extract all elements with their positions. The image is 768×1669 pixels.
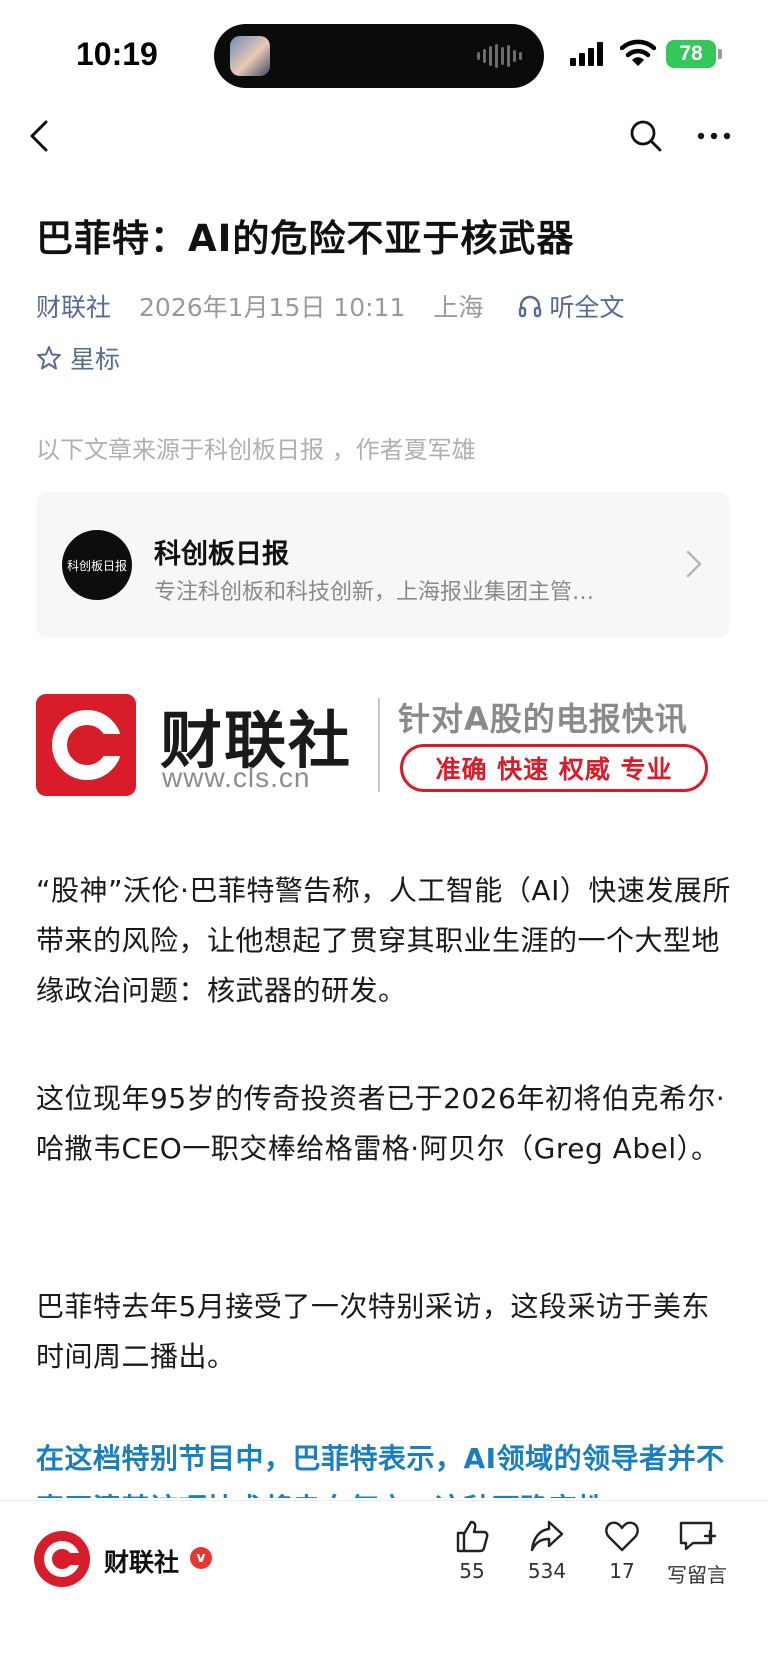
- article-source-link[interactable]: 财联社: [36, 288, 111, 324]
- account-logo: 科创板日报: [62, 530, 132, 600]
- battery-indicator: 78: [666, 40, 716, 68]
- like-button[interactable]: 55: [432, 1519, 512, 1583]
- star-icon: [37, 346, 61, 370]
- star-label: 星标: [70, 345, 121, 374]
- article-location: 上海: [433, 293, 484, 322]
- banner-url: www.cls.cn: [162, 762, 311, 793]
- comment-icon: [679, 1521, 717, 1551]
- wifi-icon: [620, 39, 656, 66]
- favorite-button[interactable]: 17: [582, 1519, 662, 1583]
- listen-label: 听全文: [549, 293, 625, 322]
- banner-divider: [378, 698, 380, 792]
- like-count: 55: [459, 1559, 485, 1583]
- battery-tip: [718, 49, 722, 59]
- article-title: 巴菲特：AI的危险不亚于核武器: [36, 217, 575, 260]
- account-description: 专注科创板和科技创新，上海报业集团主管…: [154, 580, 595, 605]
- account-avatar[interactable]: [34, 1531, 90, 1587]
- article-datetime: 2026年1月15日 10:11: [139, 293, 406, 322]
- source-account-card[interactable]: 科创板日报 科创板日报 专注科创板和科技创新，上海报业集团主管…: [36, 492, 730, 638]
- body-paragraph: 巴菲特去年5月接受了一次特别采访，这段采访于美东时间周二播出。: [36, 1290, 710, 1373]
- bottom-action-bar: 财联社 v 55 534 17 写留言: [0, 1500, 768, 1669]
- chevron-right-icon: [686, 550, 702, 578]
- comment-label: 写留言: [667, 1563, 727, 1587]
- body-paragraph: “股神”沃伦·巴菲特警告称，人工智能（AI）快速发展所带来的风险，让他想起了贯穿…: [36, 874, 731, 1007]
- audio-wave-icon: [477, 44, 522, 68]
- listen-button[interactable]: 听全文: [517, 288, 624, 324]
- bottom-account-name[interactable]: 财联社: [104, 1543, 179, 1579]
- thumbs-up-icon: [456, 1520, 489, 1553]
- cls-banner-image: 财联社 www.cls.cn 针对A股的电报快讯 准确 快速 权威 专业: [36, 690, 730, 800]
- back-icon[interactable]: [24, 116, 58, 156]
- account-name: 科创板日报: [154, 539, 289, 570]
- heart-count: 17: [609, 1559, 635, 1583]
- status-bar: 10:19 78: [0, 0, 768, 100]
- comment-button[interactable]: 写留言: [657, 1519, 737, 1588]
- more-icon[interactable]: [696, 126, 732, 146]
- share-button[interactable]: 534: [507, 1519, 587, 1583]
- article-meta: 财联社 2026年1月15日 10:11 上海 听全文: [36, 288, 624, 324]
- cls-logo-icon: [36, 694, 136, 796]
- body-paragraph-highlight: 在这档特别节目中，巴菲特表示，AI领域的领导者并不真正清楚该项技术将走向何方，这…: [36, 1442, 725, 1498]
- source-note: 以下文章来源于科创板日报 ，作者夏军雄: [36, 436, 476, 464]
- body-paragraph: 这位现年95岁的传奇投资者已于2026年初将伯克希尔·哈撒韦CEO一职交棒给格雷…: [36, 1082, 726, 1165]
- verified-badge: v: [190, 1547, 212, 1569]
- search-icon[interactable]: [628, 118, 664, 154]
- dynamic-island[interactable]: [214, 24, 544, 88]
- share-count: 534: [527, 1559, 567, 1583]
- heart-icon: [605, 1521, 639, 1552]
- banner-tagline: 针对A股的电报快讯: [398, 700, 688, 738]
- star-button[interactable]: 星标: [36, 340, 120, 376]
- cellular-signal-icon: [570, 42, 603, 66]
- headphone-icon: [519, 295, 542, 318]
- banner-pill: 准确 快速 权威 专业: [400, 744, 708, 792]
- share-icon: [530, 1520, 564, 1552]
- now-playing-thumbnail: [230, 36, 270, 76]
- status-time: 10:19: [76, 36, 158, 72]
